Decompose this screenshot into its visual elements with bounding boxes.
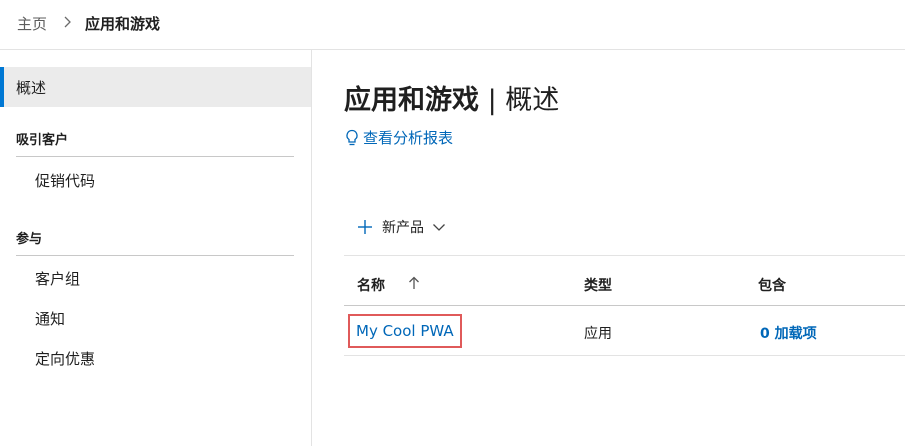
new-product-button[interactable]: 新产品 <box>357 217 446 237</box>
page-title-section: 概述 <box>505 85 560 116</box>
breadcrumb-home[interactable]: 主页 <box>17 13 47 34</box>
table-top-divider <box>344 255 905 256</box>
page-title-main: 应用和游戏 <box>344 85 479 116</box>
column-header-type[interactable]: 类型 <box>584 275 612 295</box>
sidebar-item-promo-codes[interactable]: 促销代码 <box>35 170 95 191</box>
breadcrumb: 主页 应用和游戏 <box>0 0 905 50</box>
sidebar-item-overview[interactable]: 概述 <box>0 67 311 107</box>
app-name-link[interactable]: My Cool PWA <box>348 314 462 348</box>
chevron-right-icon <box>64 16 71 28</box>
sidebar-section-heading-engage: 参与 <box>16 232 43 247</box>
new-product-label: 新产品 <box>382 220 424 236</box>
sidebar-item-customer-groups[interactable]: 客户组 <box>35 268 80 289</box>
lightbulb-icon <box>346 129 358 145</box>
sidebar-divider <box>16 156 294 157</box>
sidebar-item-notifications[interactable]: 通知 <box>35 308 65 329</box>
sidebar-nav: 概述 吸引客户 促销代码 参与 客户组 通知 定向优惠 <box>0 50 312 446</box>
view-analytics-label: 查看分析报表 <box>363 129 454 147</box>
sidebar-item-label: 概述 <box>16 79 47 97</box>
column-header-includes[interactable]: 包含 <box>758 275 786 295</box>
app-type-cell: 应用 <box>584 326 612 342</box>
page-title: 应用和游戏 | 概述 <box>344 78 559 117</box>
addons-link[interactable]: 0 加载项 <box>760 323 817 343</box>
table-header-divider <box>344 305 905 306</box>
view-analytics-link[interactable]: 查看分析报表 <box>345 127 453 148</box>
sort-ascending-icon[interactable] <box>408 276 420 290</box>
active-indicator <box>0 67 4 107</box>
plus-icon <box>358 220 372 234</box>
column-header-name[interactable]: 名称 <box>357 275 385 295</box>
sidebar-item-targeted-offers[interactable]: 定向优惠 <box>35 348 95 369</box>
sidebar-divider <box>16 255 294 256</box>
table-row-divider <box>344 355 905 356</box>
chevron-down-icon <box>433 224 445 231</box>
sidebar-section-heading-attract: 吸引客户 <box>16 133 69 148</box>
page-title-separator: | <box>479 85 506 116</box>
breadcrumb-current: 应用和游戏 <box>85 15 161 33</box>
